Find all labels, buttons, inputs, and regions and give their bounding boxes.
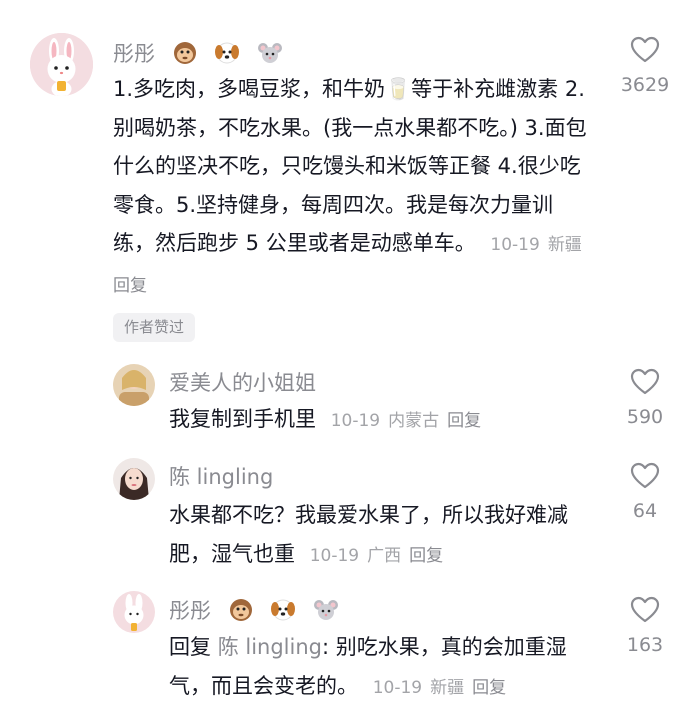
like-button[interactable]: 3629 bbox=[615, 36, 675, 96]
mention-link[interactable]: 陈 lingling bbox=[218, 635, 322, 659]
avatar[interactable] bbox=[113, 364, 155, 406]
avatar[interactable] bbox=[30, 33, 93, 96]
reply-prefix: 回复 bbox=[169, 635, 211, 659]
username-text[interactable]: 彤彤 bbox=[113, 42, 155, 66]
reply-button[interactable]: 回复 bbox=[409, 546, 443, 566]
reply-meta: 10-19 新疆 回复 bbox=[373, 678, 514, 698]
reply-username[interactable]: 陈 lingling bbox=[169, 461, 273, 491]
like-button[interactable]: 163 bbox=[615, 596, 675, 656]
reply-body: 回复 陈 lingling: 别吃水果，真的会加重湿气，而且会变老的。 10-1… bbox=[169, 628, 599, 707]
reply-location: 广西 bbox=[367, 545, 402, 566]
like-count: 3629 bbox=[620, 74, 670, 96]
like-button[interactable]: 64 bbox=[615, 462, 675, 522]
comment-location: 新疆 bbox=[547, 235, 582, 255]
avatar[interactable] bbox=[113, 591, 155, 633]
monkey-icon bbox=[228, 598, 254, 627]
heart-outline-icon[interactable] bbox=[630, 368, 660, 396]
reply-button[interactable]: 回复 bbox=[113, 276, 147, 296]
reply-body: 我复制到手机里 10-19 内蒙古 回复 bbox=[169, 400, 599, 441]
reply-button[interactable]: 回复 bbox=[472, 678, 506, 698]
like-count: 590 bbox=[626, 406, 664, 428]
username-text[interactable]: 彤彤 bbox=[169, 599, 211, 623]
reply-date: 10-19 bbox=[372, 677, 423, 698]
reply-location: 内蒙古 bbox=[388, 411, 440, 431]
mouse-icon bbox=[257, 41, 283, 70]
reply-username[interactable]: 彤彤 bbox=[169, 595, 339, 627]
reply-meta: 10-19 内蒙古 回复 bbox=[331, 411, 489, 431]
comment-username[interactable]: 彤彤 bbox=[113, 38, 283, 70]
heart-outline-icon[interactable] bbox=[630, 36, 660, 64]
comment-body: 1.多吃肉，多喝豆浆，和牛奶🥛等于补充雌激素 2.别喝奶茶，不吃水果。(我一点水… bbox=[113, 70, 593, 305]
heart-outline-icon[interactable] bbox=[630, 596, 660, 624]
user-avatar-photo bbox=[113, 458, 155, 500]
avatar[interactable] bbox=[113, 458, 155, 500]
comment-text: 1.多吃肉，多喝豆浆，和牛奶🥛等于补充雌激素 2.别喝奶茶，不吃水果。(我一点水… bbox=[113, 77, 587, 255]
heart-outline-icon[interactable] bbox=[630, 462, 660, 490]
author-liked-badge: 作者赞过 bbox=[113, 313, 196, 342]
reply-location: 新疆 bbox=[430, 677, 465, 698]
reply-meta: 10-19 广西 回复 bbox=[310, 546, 451, 566]
reply-text: 我复制到手机里 bbox=[169, 407, 316, 431]
comment-date: 10-19 bbox=[490, 235, 540, 255]
user-avatar-photo bbox=[113, 364, 155, 406]
like-count: 163 bbox=[626, 634, 664, 656]
reply-date: 10-19 bbox=[309, 545, 360, 566]
mouse-icon bbox=[313, 598, 339, 627]
reply-date: 10-19 bbox=[330, 411, 381, 431]
reply-button[interactable]: 回复 bbox=[447, 411, 481, 431]
bunny-avatar-icon bbox=[113, 591, 155, 633]
like-count: 64 bbox=[632, 500, 658, 522]
reply-username[interactable]: 爱美人的小姐姐 bbox=[169, 367, 316, 397]
bunny-avatar-icon bbox=[30, 33, 93, 96]
dog-icon bbox=[214, 41, 240, 70]
dog-icon bbox=[270, 598, 296, 627]
like-button[interactable]: 590 bbox=[615, 368, 675, 428]
reply-body: 水果都不吃？我最爱水果了，所以我好难减肥，湿气也重 10-19 广西 回复 bbox=[169, 496, 599, 575]
monkey-icon bbox=[172, 41, 198, 70]
